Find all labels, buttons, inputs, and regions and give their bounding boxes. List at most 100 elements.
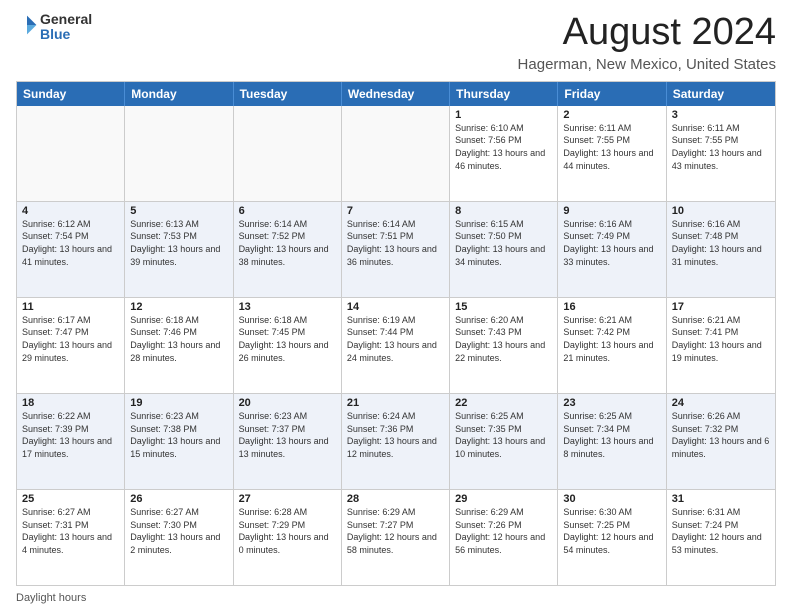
cell-info: Sunrise: 6:15 AMSunset: 7:50 PMDaylight:… xyxy=(455,218,552,268)
day-cell-29: 29Sunrise: 6:29 AMSunset: 7:26 PMDayligh… xyxy=(450,490,558,585)
cell-info: Sunrise: 6:10 AMSunset: 7:56 PMDaylight:… xyxy=(455,122,552,172)
cell-info: Sunrise: 6:14 AMSunset: 7:52 PMDaylight:… xyxy=(239,218,336,268)
day-cell-20: 20Sunrise: 6:23 AMSunset: 7:37 PMDayligh… xyxy=(234,394,342,489)
day-cell-18: 18Sunrise: 6:22 AMSunset: 7:39 PMDayligh… xyxy=(17,394,125,489)
cell-info: Sunrise: 6:11 AMSunset: 7:55 PMDaylight:… xyxy=(563,122,660,172)
cell-info: Sunrise: 6:13 AMSunset: 7:53 PMDaylight:… xyxy=(130,218,227,268)
calendar: SundayMondayTuesdayWednesdayThursdayFrid… xyxy=(16,81,776,586)
day-number: 21 xyxy=(347,397,444,409)
daylight-label: Daylight hours xyxy=(16,592,86,604)
day-number: 9 xyxy=(563,205,660,217)
day-number: 14 xyxy=(347,301,444,313)
day-number: 15 xyxy=(455,301,552,313)
day-number: 2 xyxy=(563,109,660,121)
calendar-header: SundayMondayTuesdayWednesdayThursdayFrid… xyxy=(17,82,775,106)
day-cell-25: 25Sunrise: 6:27 AMSunset: 7:31 PMDayligh… xyxy=(17,490,125,585)
day-number: 23 xyxy=(563,397,660,409)
cell-info: Sunrise: 6:19 AMSunset: 7:44 PMDaylight:… xyxy=(347,314,444,364)
cell-info: Sunrise: 6:27 AMSunset: 7:31 PMDaylight:… xyxy=(22,506,119,556)
day-number: 5 xyxy=(130,205,227,217)
day-cell-28: 28Sunrise: 6:29 AMSunset: 7:27 PMDayligh… xyxy=(342,490,450,585)
day-number: 12 xyxy=(130,301,227,313)
cell-info: Sunrise: 6:29 AMSunset: 7:27 PMDaylight:… xyxy=(347,506,444,556)
day-cell-10: 10Sunrise: 6:16 AMSunset: 7:48 PMDayligh… xyxy=(667,202,775,297)
day-cell-12: 12Sunrise: 6:18 AMSunset: 7:46 PMDayligh… xyxy=(125,298,233,393)
header-day-wednesday: Wednesday xyxy=(342,82,450,106)
day-number: 10 xyxy=(672,205,770,217)
day-number: 6 xyxy=(239,205,336,217)
cell-info: Sunrise: 6:21 AMSunset: 7:41 PMDaylight:… xyxy=(672,314,770,364)
day-number: 7 xyxy=(347,205,444,217)
day-cell-4: 4Sunrise: 6:12 AMSunset: 7:54 PMDaylight… xyxy=(17,202,125,297)
day-number: 19 xyxy=(130,397,227,409)
day-number: 31 xyxy=(672,493,770,505)
day-cell-7: 7Sunrise: 6:14 AMSunset: 7:51 PMDaylight… xyxy=(342,202,450,297)
day-number: 25 xyxy=(22,493,119,505)
location: Hagerman, New Mexico, United States xyxy=(518,56,776,73)
header: General Blue August 2024 Hagerman, New M… xyxy=(16,12,776,73)
day-cell-21: 21Sunrise: 6:24 AMSunset: 7:36 PMDayligh… xyxy=(342,394,450,489)
cell-info: Sunrise: 6:18 AMSunset: 7:46 PMDaylight:… xyxy=(130,314,227,364)
empty-cell xyxy=(17,106,125,201)
footer: Daylight hours xyxy=(16,592,776,604)
day-number: 11 xyxy=(22,301,119,313)
calendar-row-2: 4Sunrise: 6:12 AMSunset: 7:54 PMDaylight… xyxy=(17,202,775,298)
day-number: 3 xyxy=(672,109,770,121)
logo: General Blue xyxy=(16,12,92,43)
cell-info: Sunrise: 6:16 AMSunset: 7:49 PMDaylight:… xyxy=(563,218,660,268)
logo-blue: Blue xyxy=(40,27,92,42)
empty-cell xyxy=(234,106,342,201)
day-number: 8 xyxy=(455,205,552,217)
day-cell-9: 9Sunrise: 6:16 AMSunset: 7:49 PMDaylight… xyxy=(558,202,666,297)
cell-info: Sunrise: 6:31 AMSunset: 7:24 PMDaylight:… xyxy=(672,506,770,556)
header-day-saturday: Saturday xyxy=(667,82,775,106)
day-cell-3: 3Sunrise: 6:11 AMSunset: 7:55 PMDaylight… xyxy=(667,106,775,201)
cell-info: Sunrise: 6:30 AMSunset: 7:25 PMDaylight:… xyxy=(563,506,660,556)
day-cell-6: 6Sunrise: 6:14 AMSunset: 7:52 PMDaylight… xyxy=(234,202,342,297)
calendar-row-3: 11Sunrise: 6:17 AMSunset: 7:47 PMDayligh… xyxy=(17,298,775,394)
day-number: 18 xyxy=(22,397,119,409)
cell-info: Sunrise: 6:14 AMSunset: 7:51 PMDaylight:… xyxy=(347,218,444,268)
day-number: 22 xyxy=(455,397,552,409)
cell-info: Sunrise: 6:11 AMSunset: 7:55 PMDaylight:… xyxy=(672,122,770,172)
month-title: August 2024 xyxy=(518,12,776,54)
cell-info: Sunrise: 6:22 AMSunset: 7:39 PMDaylight:… xyxy=(22,410,119,460)
logo-text: General Blue xyxy=(40,12,92,43)
logo-general: General xyxy=(40,12,92,27)
day-number: 30 xyxy=(563,493,660,505)
header-day-thursday: Thursday xyxy=(450,82,558,106)
cell-info: Sunrise: 6:12 AMSunset: 7:54 PMDaylight:… xyxy=(22,218,119,268)
calendar-body: 1Sunrise: 6:10 AMSunset: 7:56 PMDaylight… xyxy=(17,106,775,585)
calendar-row-4: 18Sunrise: 6:22 AMSunset: 7:39 PMDayligh… xyxy=(17,394,775,490)
day-number: 26 xyxy=(130,493,227,505)
day-cell-24: 24Sunrise: 6:26 AMSunset: 7:32 PMDayligh… xyxy=(667,394,775,489)
day-cell-8: 8Sunrise: 6:15 AMSunset: 7:50 PMDaylight… xyxy=(450,202,558,297)
cell-info: Sunrise: 6:21 AMSunset: 7:42 PMDaylight:… xyxy=(563,314,660,364)
day-cell-13: 13Sunrise: 6:18 AMSunset: 7:45 PMDayligh… xyxy=(234,298,342,393)
day-cell-5: 5Sunrise: 6:13 AMSunset: 7:53 PMDaylight… xyxy=(125,202,233,297)
day-number: 4 xyxy=(22,205,119,217)
day-number: 20 xyxy=(239,397,336,409)
cell-info: Sunrise: 6:25 AMSunset: 7:35 PMDaylight:… xyxy=(455,410,552,460)
page: General Blue August 2024 Hagerman, New M… xyxy=(0,0,792,612)
day-number: 27 xyxy=(239,493,336,505)
header-day-monday: Monday xyxy=(125,82,233,106)
day-cell-2: 2Sunrise: 6:11 AMSunset: 7:55 PMDaylight… xyxy=(558,106,666,201)
day-cell-27: 27Sunrise: 6:28 AMSunset: 7:29 PMDayligh… xyxy=(234,490,342,585)
day-number: 29 xyxy=(455,493,552,505)
cell-info: Sunrise: 6:23 AMSunset: 7:38 PMDaylight:… xyxy=(130,410,227,460)
day-cell-14: 14Sunrise: 6:19 AMSunset: 7:44 PMDayligh… xyxy=(342,298,450,393)
header-day-tuesday: Tuesday xyxy=(234,82,342,106)
day-cell-23: 23Sunrise: 6:25 AMSunset: 7:34 PMDayligh… xyxy=(558,394,666,489)
day-number: 1 xyxy=(455,109,552,121)
calendar-row-5: 25Sunrise: 6:27 AMSunset: 7:31 PMDayligh… xyxy=(17,490,775,585)
day-number: 16 xyxy=(563,301,660,313)
day-number: 17 xyxy=(672,301,770,313)
day-cell-26: 26Sunrise: 6:27 AMSunset: 7:30 PMDayligh… xyxy=(125,490,233,585)
day-number: 28 xyxy=(347,493,444,505)
cell-info: Sunrise: 6:25 AMSunset: 7:34 PMDaylight:… xyxy=(563,410,660,460)
day-cell-22: 22Sunrise: 6:25 AMSunset: 7:35 PMDayligh… xyxy=(450,394,558,489)
cell-info: Sunrise: 6:26 AMSunset: 7:32 PMDaylight:… xyxy=(672,410,770,460)
cell-info: Sunrise: 6:18 AMSunset: 7:45 PMDaylight:… xyxy=(239,314,336,364)
cell-info: Sunrise: 6:20 AMSunset: 7:43 PMDaylight:… xyxy=(455,314,552,364)
